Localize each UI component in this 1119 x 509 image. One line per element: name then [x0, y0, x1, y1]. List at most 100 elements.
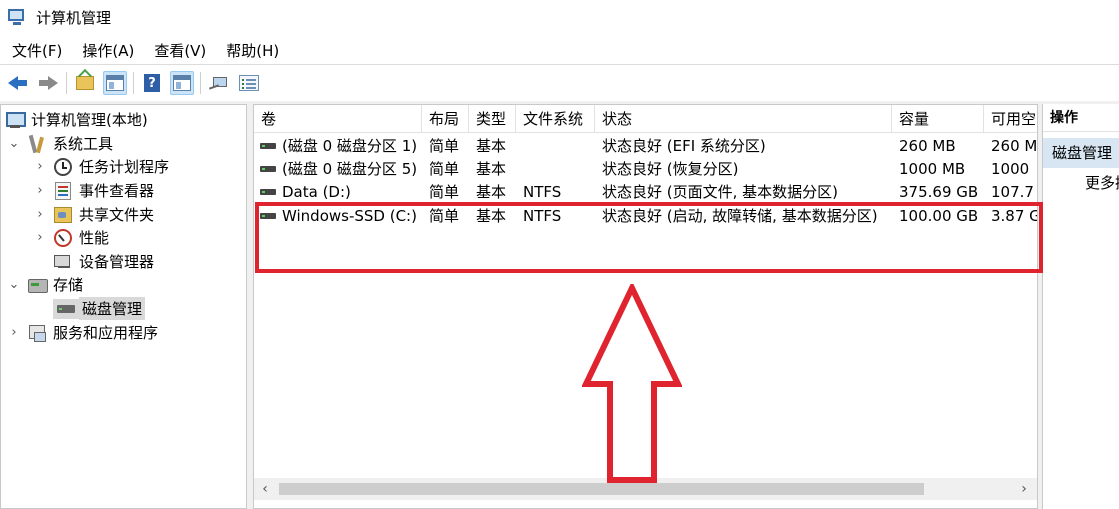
table-row[interactable]: Windows-SSD (C:) 简单 基本 NTFS 状态良好 (启动, 故障… — [254, 204, 1037, 227]
console-tree: 计算机管理(本地) ⌄ 系统工具 › 任务计划程序 › 事件查看器 › 共享文件… — [0, 104, 247, 509]
volume-name: Windows-SSD (C:) — [282, 206, 417, 225]
type-cell: 基本 — [476, 207, 507, 225]
volume-icon — [260, 212, 276, 219]
connect-button[interactable] — [207, 71, 231, 95]
capacity-cell: 375.69 GB — [899, 182, 979, 201]
computer-icon — [5, 110, 26, 130]
menu-divider — [0, 64, 1119, 65]
table-row[interactable]: Data (D:) 简单 基本 NTFS 状态良好 (页面文件, 基本数据分区)… — [254, 180, 1037, 203]
tree-item-disk-management[interactable]: 磁盘管理 — [53, 297, 146, 320]
volume-name: Data (D:) — [282, 182, 351, 201]
free-space-cell: 3.87 G — [991, 206, 1037, 225]
services-icon — [27, 323, 47, 343]
show-hide-action-pane-button[interactable] — [170, 71, 194, 95]
properties-button[interactable] — [237, 71, 261, 95]
tree-label: 共享文件夹 — [79, 206, 155, 224]
tree-root-label: 计算机管理(本地) — [31, 111, 148, 129]
tree-label: 服务和应用程序 — [53, 324, 159, 342]
tree-item-task-scheduler[interactable]: › 任务计划程序 — [33, 155, 169, 178]
column-header-status[interactable]: 状态 — [595, 105, 892, 133]
forward-icon — [38, 76, 58, 90]
disk-icon — [53, 298, 79, 319]
table-row[interactable]: (磁盘 0 磁盘分区 1) 简单 基本 状态良好 (EFI 系统分区) 260 … — [254, 134, 1037, 157]
tree-label: 任务计划程序 — [79, 158, 170, 176]
volume-list: 卷 布局 类型 文件系统 状态 容量 可用空 (磁盘 0 磁盘分区 1) 简单 … — [253, 104, 1038, 509]
column-header-type[interactable]: 类型 — [469, 105, 516, 133]
column-header-free-space[interactable]: 可用空 — [984, 105, 1037, 133]
forward-button[interactable] — [36, 71, 60, 95]
tree-item-shared-folders[interactable]: › 共享文件夹 — [33, 203, 154, 226]
column-header-volume[interactable]: 卷 — [254, 105, 422, 133]
column-header-filesystem[interactable]: 文件系统 — [516, 105, 595, 133]
layout-cell: 简单 — [429, 207, 460, 225]
scrollbar-thumb[interactable] — [279, 483, 924, 495]
computer-management-icon — [8, 7, 28, 27]
chevron-right-icon[interactable]: › — [7, 325, 21, 340]
free-space-cell: 260 M — [991, 136, 1037, 155]
tree-label: 事件查看器 — [79, 182, 155, 200]
title-bar: 计算机管理 — [0, 0, 1119, 34]
up-folder-icon — [76, 76, 94, 90]
clock-icon — [53, 157, 73, 177]
tree-item-storage[interactable]: ⌄ 存储 — [7, 273, 83, 296]
tree-label: 磁盘管理 — [79, 297, 146, 320]
chevron-down-icon[interactable]: ⌄ — [7, 277, 21, 292]
tree-root[interactable]: 计算机管理(本地) — [5, 108, 148, 131]
help-button[interactable]: ? — [140, 71, 164, 95]
menu-action[interactable]: 操作(A) — [72, 40, 144, 61]
up-one-level-button[interactable] — [73, 71, 97, 95]
toolbar-separator — [200, 72, 201, 94]
volume-cell: (磁盘 0 磁盘分区 1) — [254, 135, 422, 156]
chevron-down-icon[interactable]: ⌄ — [7, 136, 21, 151]
toolbar: ? — [0, 66, 267, 100]
tree-item-performance[interactable]: › 性能 — [33, 226, 109, 249]
tree-item-device-manager[interactable]: 设备管理器 — [53, 250, 154, 273]
chevron-right-icon[interactable]: › — [33, 230, 47, 245]
tree-item-services[interactable]: › 服务和应用程序 — [7, 321, 158, 344]
menu-file[interactable]: 文件(F) — [0, 40, 72, 61]
status-cell: 状态良好 (启动, 故障转储, 基本数据分区) — [602, 207, 878, 225]
toolbar-separator — [133, 72, 134, 94]
volume-cell: (磁盘 0 磁盘分区 5) — [254, 158, 422, 179]
menu-help[interactable]: 帮助(H) — [216, 40, 289, 61]
tree-label: 系统工具 — [53, 135, 114, 153]
actions-title: 操作 — [1043, 104, 1119, 132]
actions-section-disk-management[interactable]: 磁盘管理 — [1043, 138, 1119, 168]
table-row[interactable]: (磁盘 0 磁盘分区 5) 简单 基本 状态良好 (恢复分区) 1000 MB … — [254, 157, 1037, 180]
scroll-right-icon[interactable]: › — [1015, 481, 1033, 497]
chevron-right-icon[interactable]: › — [33, 159, 47, 174]
action-pane-icon — [173, 75, 191, 91]
scroll-left-icon[interactable]: ‹ — [254, 481, 276, 497]
column-header-capacity[interactable]: 容量 — [892, 105, 984, 133]
window-title: 计算机管理 — [36, 8, 112, 27]
volume-cell: Data (D:) — [254, 183, 422, 201]
toolbar-separator — [66, 72, 67, 94]
horizontal-scrollbar[interactable]: ‹ › — [254, 478, 1037, 500]
capacity-cell: 260 MB — [899, 136, 956, 155]
event-log-icon — [53, 181, 73, 201]
volume-list-header: 卷 布局 类型 文件系统 状态 容量 可用空 — [254, 105, 1037, 133]
volume-name: (磁盘 0 磁盘分区 1) — [282, 137, 418, 155]
tree-item-system-tools[interactable]: ⌄ 系统工具 — [7, 132, 113, 155]
layout-cell: 简单 — [429, 183, 460, 201]
more-actions-link[interactable]: 更多操作 — [1043, 168, 1119, 198]
show-hide-tree-button[interactable] — [103, 71, 127, 95]
volume-icon — [260, 188, 276, 195]
help-icon: ? — [144, 74, 160, 92]
chevron-right-icon[interactable]: › — [33, 207, 47, 222]
connect-icon — [209, 76, 229, 90]
column-header-layout[interactable]: 布局 — [422, 105, 469, 133]
status-cell: 状态良好 (页面文件, 基本数据分区) — [602, 183, 839, 201]
capacity-cell: 1000 MB — [899, 159, 966, 178]
chevron-right-icon[interactable]: › — [33, 183, 47, 198]
tree-label: 设备管理器 — [79, 253, 155, 271]
layout-cell: 简单 — [429, 160, 460, 178]
type-cell: 基本 — [476, 160, 507, 178]
volume-name: (磁盘 0 磁盘分区 5) — [282, 160, 418, 178]
actions-pane: 操作 磁盘管理 更多操作 — [1042, 104, 1119, 509]
menu-view[interactable]: 查看(V) — [144, 40, 216, 61]
back-button[interactable] — [6, 71, 30, 95]
tree-item-event-viewer[interactable]: › 事件查看器 — [33, 179, 154, 202]
back-icon — [8, 76, 28, 90]
device-manager-icon — [53, 252, 73, 272]
